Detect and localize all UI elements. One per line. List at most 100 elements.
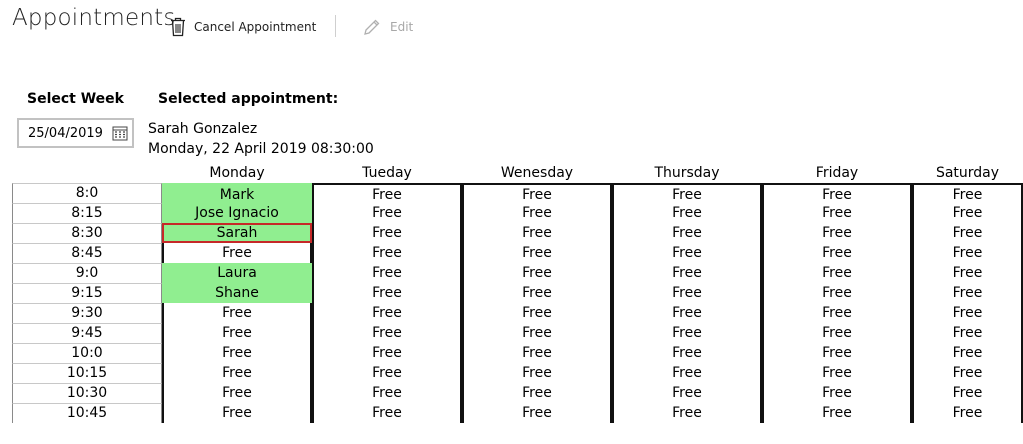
day-header-monday: Monday xyxy=(209,165,265,181)
time-slot-label: 9:15 xyxy=(12,283,162,303)
selected-appointment-label: Selected appointment: xyxy=(158,91,339,107)
appointment-slot-free[interactable]: Free xyxy=(762,363,912,383)
appointment-slot-free[interactable]: Free xyxy=(462,343,612,363)
time-slot-label: 8:30 xyxy=(12,223,162,243)
appointment-slot-free[interactable]: Free xyxy=(912,283,1023,303)
day-header-thursday: Thursday xyxy=(654,165,720,181)
appointment-slot-free[interactable]: Free xyxy=(612,323,762,343)
appointment-slot-booked[interactable]: Laura xyxy=(162,263,312,283)
appointment-slot-free[interactable]: Free xyxy=(312,223,462,243)
toolbar-separator xyxy=(335,15,336,37)
appointment-slot-free[interactable]: Free xyxy=(462,383,612,403)
time-slot-label: 10:45 xyxy=(12,403,162,423)
appointment-slot-free[interactable]: Free xyxy=(762,343,912,363)
appointment-slot-free[interactable]: Free xyxy=(312,203,462,223)
appointment-slot-free[interactable]: Free xyxy=(612,263,762,283)
appointment-slot-booked[interactable]: Mark xyxy=(162,183,312,203)
appointment-slot-free[interactable]: Free xyxy=(462,203,612,223)
appointment-slot-free[interactable]: Free xyxy=(462,223,612,243)
appointment-slot-free[interactable]: Free xyxy=(912,303,1023,323)
appointment-slot-selected[interactable]: Sarah xyxy=(162,223,312,243)
appointment-slot-free[interactable]: Free xyxy=(612,303,762,323)
appointment-slot-free[interactable]: Free xyxy=(762,403,912,423)
appointment-slot-free[interactable]: Free xyxy=(912,243,1023,263)
appointment-slot-free[interactable]: Free xyxy=(912,403,1023,423)
appointment-slot-free[interactable]: Free xyxy=(312,303,462,323)
appointment-slot-free[interactable]: Free xyxy=(462,363,612,383)
appointment-slot-free[interactable]: Free xyxy=(312,183,462,203)
appointment-slot-free[interactable]: Free xyxy=(912,343,1023,363)
appointment-slot-free[interactable]: Free xyxy=(912,203,1023,223)
appointment-slot-free[interactable]: Free xyxy=(312,243,462,263)
day-header-tueday: Tueday xyxy=(362,165,412,181)
selected-appointment-name: Sarah Gonzalez xyxy=(148,121,258,137)
appointment-slot-free[interactable]: Free xyxy=(612,203,762,223)
appointment-slot-free[interactable]: Free xyxy=(462,183,612,203)
day-header-wenesday: Wenesday xyxy=(500,165,574,181)
appointment-slot-free[interactable]: Free xyxy=(762,383,912,403)
appointment-slot-free[interactable]: Free xyxy=(762,223,912,243)
time-slot-label: 8:0 xyxy=(12,183,162,203)
appointment-slot-free[interactable]: Free xyxy=(312,283,462,303)
appointment-slot-free[interactable]: Free xyxy=(762,243,912,263)
appointment-slot-booked[interactable]: Shane xyxy=(162,283,312,303)
time-slot-label: 9:0 xyxy=(12,263,162,283)
appointment-slot-free[interactable]: Free xyxy=(612,403,762,423)
select-week-label: Select Week xyxy=(27,91,124,107)
time-slot-label: 9:45 xyxy=(12,323,162,343)
appointment-slot-free[interactable]: Free xyxy=(612,283,762,303)
appointment-slot-free[interactable]: Free xyxy=(612,383,762,403)
appointment-slot-free[interactable]: Free xyxy=(312,263,462,283)
trash-icon xyxy=(171,17,185,37)
appointment-slot-free[interactable]: Free xyxy=(162,323,312,343)
appointment-slot-free[interactable]: Free xyxy=(912,223,1023,243)
day-header-friday: Friday xyxy=(815,165,859,181)
appointment-slot-free[interactable]: Free xyxy=(462,263,612,283)
appointment-slot-free[interactable]: Free xyxy=(912,383,1023,403)
appointment-slot-booked[interactable]: Jose Ignacio xyxy=(162,203,312,223)
appointment-slot-free[interactable]: Free xyxy=(762,283,912,303)
appointment-slot-free[interactable]: Free xyxy=(312,343,462,363)
appointment-slot-free[interactable]: Free xyxy=(612,183,762,203)
appointment-slot-free[interactable]: Free xyxy=(162,243,312,263)
appointment-slot-free[interactable]: Free xyxy=(912,263,1023,283)
appointment-slot-free[interactable]: Free xyxy=(612,343,762,363)
day-header-saturday: Saturday xyxy=(935,165,1000,181)
appointment-slot-free[interactable]: Free xyxy=(162,383,312,403)
appointment-slot-free[interactable]: Free xyxy=(462,323,612,343)
appointment-slot-free[interactable]: Free xyxy=(162,303,312,323)
appointment-slot-free[interactable]: Free xyxy=(162,403,312,423)
appointment-slot-free[interactable]: Free xyxy=(162,343,312,363)
appointment-slot-free[interactable]: Free xyxy=(912,183,1023,203)
appointment-slot-free[interactable]: Free xyxy=(462,403,612,423)
appointment-slot-free[interactable]: Free xyxy=(462,303,612,323)
time-slot-label: 10:15 xyxy=(12,363,162,383)
appointment-slot-free[interactable]: Free xyxy=(612,363,762,383)
week-date-picker[interactable]: 25/04/2019 xyxy=(17,118,134,148)
appointment-slot-free[interactable]: Free xyxy=(312,403,462,423)
pencil-icon xyxy=(364,19,380,35)
appointment-slot-free[interactable]: Free xyxy=(912,363,1023,383)
time-slot-label: 8:45 xyxy=(12,243,162,263)
time-slot-label: 8:15 xyxy=(12,203,162,223)
cancel-appointment-button[interactable]: Cancel Appointment xyxy=(170,14,316,40)
appointment-slot-free[interactable]: Free xyxy=(912,323,1023,343)
edit-button[interactable]: Edit xyxy=(362,14,413,40)
appointment-slot-free[interactable]: Free xyxy=(762,203,912,223)
time-slot-label: 10:0 xyxy=(12,343,162,363)
appointment-slot-free[interactable]: Free xyxy=(762,263,912,283)
appointment-slot-free[interactable]: Free xyxy=(762,323,912,343)
appointment-slot-free[interactable]: Free xyxy=(312,383,462,403)
appointment-slot-free[interactable]: Free xyxy=(762,303,912,323)
calendar-icon[interactable] xyxy=(112,125,128,141)
appointment-slot-free[interactable]: Free xyxy=(462,283,612,303)
appointment-slot-free[interactable]: Free xyxy=(612,223,762,243)
appointment-slot-free[interactable]: Free xyxy=(312,323,462,343)
appointment-slot-free[interactable]: Free xyxy=(162,363,312,383)
appointment-slot-free[interactable]: Free xyxy=(312,363,462,383)
appointment-slot-free[interactable]: Free xyxy=(612,243,762,263)
week-date-value: 25/04/2019 xyxy=(28,125,103,141)
cancel-appointment-label: Cancel Appointment xyxy=(194,20,317,34)
appointment-slot-free[interactable]: Free xyxy=(462,243,612,263)
appointment-slot-free[interactable]: Free xyxy=(762,183,912,203)
